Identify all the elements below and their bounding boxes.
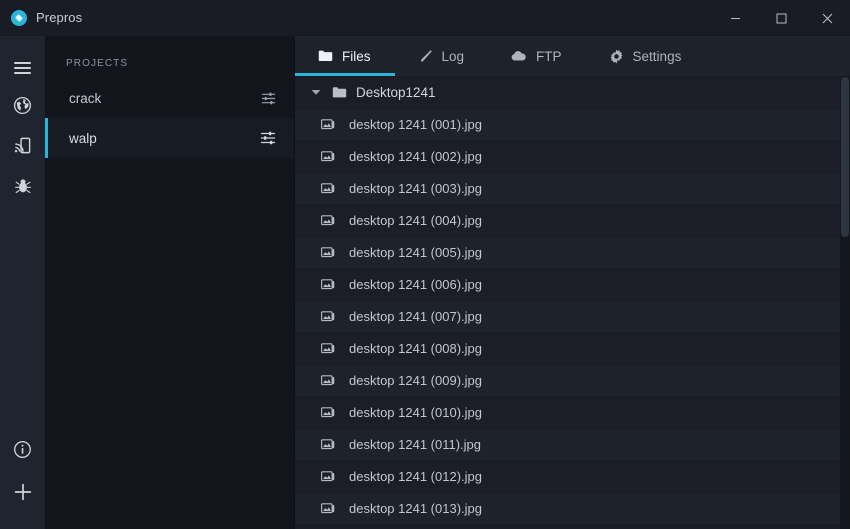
image-file-icon xyxy=(321,438,343,451)
main-panel: Files Log FTP Settings Desktop1241 deskt… xyxy=(295,36,850,529)
project-name: crack xyxy=(69,90,102,106)
image-file-icon xyxy=(321,150,343,163)
projects-panel: PROJECTS crack walp xyxy=(45,36,295,529)
chevron-down-icon[interactable] xyxy=(305,89,327,96)
device-preview-button[interactable] xyxy=(0,128,45,168)
globe-icon xyxy=(13,96,32,120)
file-name: desktop 1241 (003).jpg xyxy=(349,181,482,196)
file-name: desktop 1241 (011).jpg xyxy=(349,437,482,452)
file-name: desktop 1241 (007).jpg xyxy=(349,309,482,324)
image-file-icon xyxy=(321,278,343,291)
file-row[interactable]: desktop 1241 (002).jpg xyxy=(295,141,850,173)
title-bar-left: Prepros xyxy=(0,9,83,26)
close-icon xyxy=(822,13,833,24)
scrollbar-thumb[interactable] xyxy=(841,77,849,237)
sliders-icon[interactable] xyxy=(261,91,276,106)
image-file-icon xyxy=(321,118,343,131)
file-name: desktop 1241 (010).jpg xyxy=(349,405,482,420)
tab-bar: Files Log FTP Settings xyxy=(295,36,850,77)
image-file-icon xyxy=(321,182,343,195)
folder-row-desktop1241[interactable]: Desktop1241 xyxy=(295,77,850,109)
plus-icon xyxy=(13,482,33,507)
tab-label: Files xyxy=(342,48,371,64)
folder-icon xyxy=(327,86,351,99)
image-file-icon xyxy=(321,342,343,355)
file-row[interactable]: desktop 1241 (013).jpg xyxy=(295,493,850,525)
file-name: desktop 1241 (005).jpg xyxy=(349,245,482,260)
maximize-icon xyxy=(776,13,787,24)
file-name: desktop 1241 (009).jpg xyxy=(349,373,482,388)
rail-bottom-group xyxy=(0,431,45,529)
minimize-button[interactable] xyxy=(712,0,758,36)
image-file-icon xyxy=(321,246,343,259)
info-circle-icon xyxy=(13,440,32,464)
window-body: PROJECTS crack walp Files Log FTP Settin… xyxy=(0,36,850,529)
file-list: Desktop1241 desktop 1241 (001).jpg deskto… xyxy=(295,77,850,529)
folder-icon xyxy=(318,49,333,63)
tab-settings[interactable]: Settings xyxy=(586,36,706,76)
file-row[interactable]: desktop 1241 (001).jpg xyxy=(295,109,850,141)
gear-icon xyxy=(609,49,624,64)
tab-files[interactable]: Files xyxy=(295,36,395,76)
add-project-button[interactable] xyxy=(0,473,45,515)
file-row[interactable]: desktop 1241 (010).jpg xyxy=(295,397,850,429)
prepros-logo-icon xyxy=(11,9,27,26)
bug-icon xyxy=(14,177,32,200)
file-name: desktop 1241 (002).jpg xyxy=(349,149,482,164)
image-file-icon xyxy=(321,470,343,483)
tab-log[interactable]: Log xyxy=(395,36,489,76)
info-button[interactable] xyxy=(0,431,45,473)
close-button[interactable] xyxy=(804,0,850,36)
cloud-icon xyxy=(511,50,527,62)
image-file-icon xyxy=(321,310,343,323)
project-name: walp xyxy=(69,130,97,146)
device-cast-icon xyxy=(13,136,32,160)
image-file-icon xyxy=(321,406,343,419)
image-file-icon xyxy=(321,502,343,515)
prepros-window: Prepros PROJECTS crack walp Files Log FT… xyxy=(0,0,850,529)
hamburger-menu-button[interactable] xyxy=(0,48,45,88)
sliders-icon[interactable] xyxy=(260,130,276,146)
pencil-icon xyxy=(418,49,433,64)
file-row[interactable]: desktop 1241 (007).jpg xyxy=(295,301,850,333)
file-name: desktop 1241 (008).jpg xyxy=(349,341,482,356)
tab-label: FTP xyxy=(536,48,562,64)
file-row[interactable]: desktop 1241 (005).jpg xyxy=(295,237,850,269)
file-row[interactable]: desktop 1241 (008).jpg xyxy=(295,333,850,365)
file-row[interactable]: desktop 1241 (009).jpg xyxy=(295,365,850,397)
file-row[interactable]: desktop 1241 (003).jpg xyxy=(295,173,850,205)
browser-preview-button[interactable] xyxy=(0,88,45,128)
project-item-walp[interactable]: walp xyxy=(45,118,294,158)
file-rows-container: desktop 1241 (001).jpg desktop 1241 (002)… xyxy=(295,109,850,525)
window-controls xyxy=(712,0,850,36)
file-name: desktop 1241 (006).jpg xyxy=(349,277,482,292)
file-row[interactable]: desktop 1241 (004).jpg xyxy=(295,205,850,237)
file-row[interactable]: desktop 1241 (011).jpg xyxy=(295,429,850,461)
tab-ftp[interactable]: FTP xyxy=(488,36,586,76)
image-file-icon xyxy=(321,214,343,227)
file-name: desktop 1241 (013).jpg xyxy=(349,501,482,516)
projects-header: PROJECTS xyxy=(66,58,129,69)
tab-label: Log xyxy=(441,48,465,64)
project-item-crack[interactable]: crack xyxy=(45,78,294,118)
image-file-icon xyxy=(321,374,343,387)
vertical-scrollbar[interactable] xyxy=(840,77,850,529)
minimize-icon xyxy=(730,13,741,24)
folder-name: Desktop1241 xyxy=(356,85,436,100)
title-bar: Prepros xyxy=(0,0,850,36)
hamburger-menu-icon xyxy=(14,62,31,74)
icon-rail xyxy=(0,36,45,529)
file-name: desktop 1241 (001).jpg xyxy=(349,117,482,132)
file-name: desktop 1241 (004).jpg xyxy=(349,213,482,228)
file-row[interactable]: desktop 1241 (012).jpg xyxy=(295,461,850,493)
tab-label: Settings xyxy=(632,48,682,64)
file-name: desktop 1241 (012).jpg xyxy=(349,469,482,484)
maximize-button[interactable] xyxy=(758,0,804,36)
file-row[interactable]: desktop 1241 (006).jpg xyxy=(295,269,850,301)
debug-button[interactable] xyxy=(0,168,45,208)
app-title: Prepros xyxy=(36,10,83,25)
